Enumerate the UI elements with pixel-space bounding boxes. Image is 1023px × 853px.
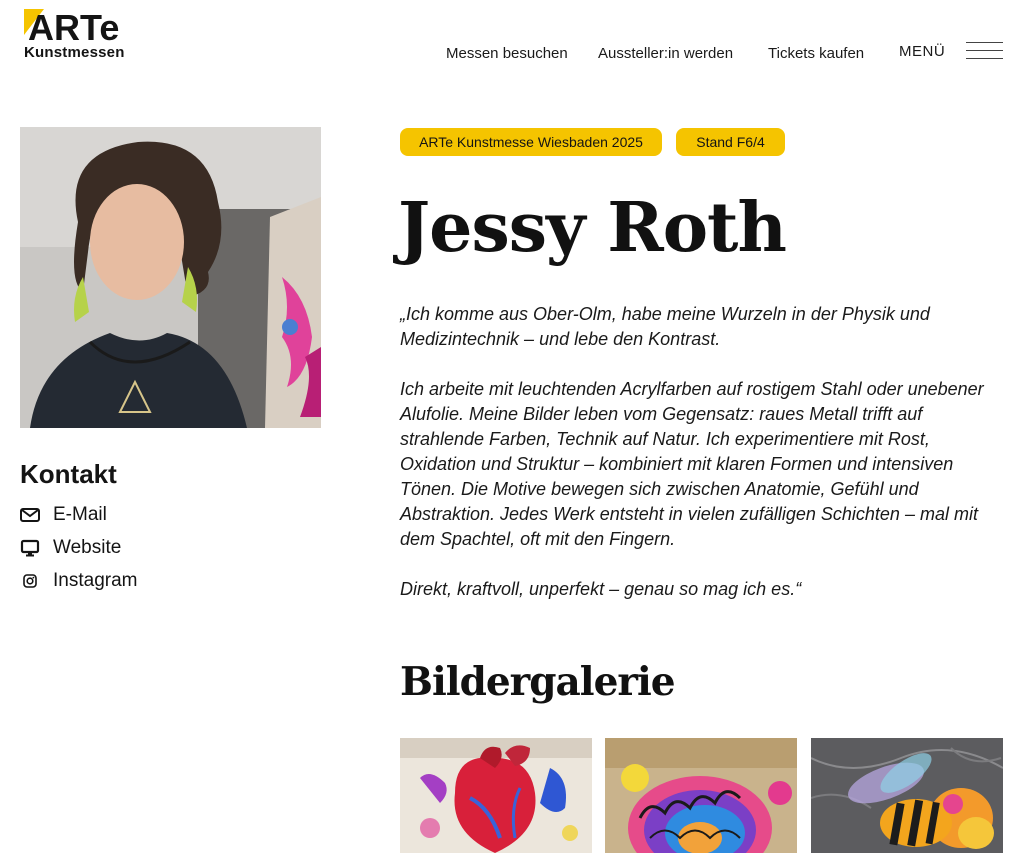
quote-paragraph: Direkt, kraftvoll, unperfekt – genau so … <box>400 579 802 599</box>
instagram-icon <box>23 574 37 588</box>
envelope-icon <box>20 508 40 522</box>
artist-name: Jessy Roth <box>398 188 787 268</box>
nav-messen-besuchen[interactable]: Messen besuchen <box>446 45 568 62</box>
gallery-item-brain[interactable] <box>605 738 797 853</box>
bee-painting <box>811 738 1003 853</box>
brain-painting <box>605 738 797 853</box>
gallery-item-heart[interactable] <box>400 738 592 853</box>
badge-stand[interactable]: Stand F6/4 <box>676 128 785 156</box>
nav-aussteller-werden[interactable]: Aussteller:in werden <box>598 45 733 62</box>
contact-instagram-label: Instagram <box>53 570 138 591</box>
menu-label[interactable]: MENÜ <box>899 43 945 60</box>
hamburger-menu-icon[interactable] <box>966 42 1003 60</box>
heart-painting <box>400 738 592 853</box>
logo-subtitle: Kunstmessen <box>24 44 125 61</box>
gallery-item-bee[interactable] <box>811 738 1003 853</box>
artist-quote: „Ich komme aus Ober-Olm, habe meine Wurz… <box>400 302 1003 627</box>
badge-event[interactable]: ARTe Kunstmesse Wiesbaden 2025 <box>400 128 662 156</box>
logo-text: ARTe <box>28 9 119 45</box>
contact-title: Kontakt <box>20 459 117 489</box>
contact-email-label: E-Mail <box>53 504 107 525</box>
arte-logo[interactable]: ARTe Kunstmessen <box>24 9 136 63</box>
contact-website-label: Website <box>53 537 122 558</box>
arte-logo-mark: ARTe <box>24 9 119 45</box>
nav-tickets-kaufen[interactable]: Tickets kaufen <box>768 45 864 62</box>
quote-paragraph: Ich arbeite mit leuchtenden Acrylfarben … <box>400 379 984 549</box>
gallery-title: Bildergalerie <box>400 659 676 705</box>
quote-paragraph: „Ich komme aus Ober-Olm, habe meine Wurz… <box>400 304 930 349</box>
monitor-icon <box>20 539 40 557</box>
artist-portrait <box>20 127 321 428</box>
